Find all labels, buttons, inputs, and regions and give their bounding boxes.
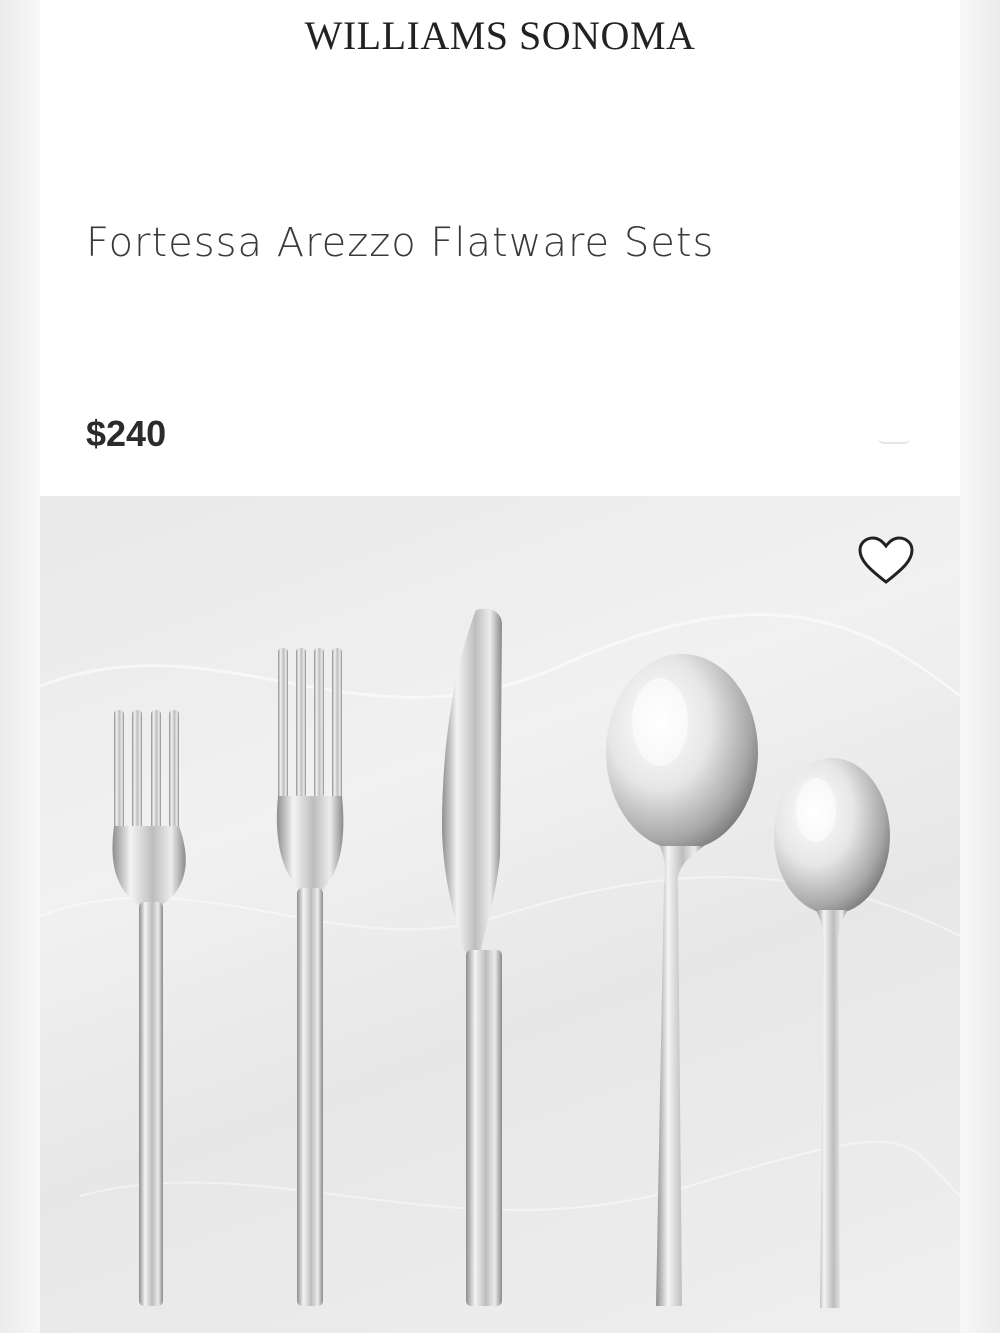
heart-outline-icon [858,536,914,584]
product-title[interactable]: Fortessa Arezzo Flatware Sets [86,220,714,266]
product-image[interactable] [40,496,960,1333]
product-price: $240 [86,413,167,454]
dinner-knife [442,608,502,1306]
page: WILLIAMS SONOMA Fortessa Arezzo Flatware… [0,0,1000,1333]
flatware-illustration [40,608,960,1308]
table-spoon [606,654,758,1306]
salad-fork [112,710,186,1306]
product-card[interactable]: WILLIAMS SONOMA Fortessa Arezzo Flatware… [40,0,960,1333]
dinner-fork [276,648,344,1306]
faint-divider [878,432,910,444]
teaspoon [774,758,890,1308]
brand-logo[interactable]: WILLIAMS SONOMA [40,12,960,59]
favorite-button[interactable] [858,536,914,586]
